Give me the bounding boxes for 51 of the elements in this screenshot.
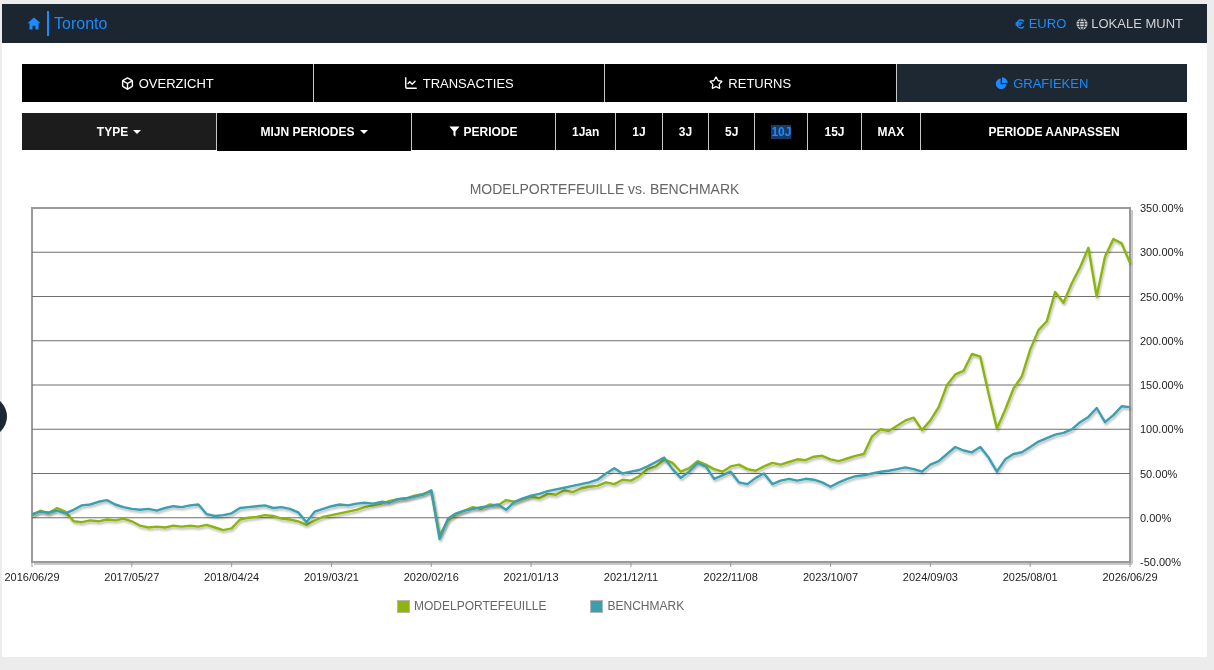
period-button[interactable]: 15J <box>808 113 861 150</box>
star-icon <box>709 76 724 90</box>
x-axis-label: 2019/03/21 <box>303 571 359 583</box>
x-axis-label: 2021/12/11 <box>603 571 659 583</box>
period-filter-label: PERIODE <box>412 113 555 150</box>
adjust-period-button[interactable]: PERIODE AANPASSEN <box>921 113 1187 150</box>
nav-tab[interactable]: RETURNS <box>605 64 896 102</box>
y-axis-label: 100.00% <box>1140 423 1184 436</box>
period-button[interactable]: MAX <box>861 113 921 150</box>
dropdown-button[interactable]: TYPE <box>22 113 216 150</box>
x-axis-label: 2021/01/13 <box>503 571 559 583</box>
y-axis-label: 0.00% <box>1140 511 1172 524</box>
caret-icon <box>133 129 142 134</box>
period-button[interactable]: 3J <box>662 113 709 150</box>
legend-label: MODELPORTEFEUILLE <box>414 599 547 613</box>
x-axis-label: 2023/10/07 <box>803 571 859 583</box>
y-axis-label: 50.00% <box>1140 467 1178 480</box>
period-button[interactable]: 5J <box>709 113 755 150</box>
y-axis-label: -50.00% <box>1140 556 1181 568</box>
line-chart-icon <box>403 76 418 90</box>
y-axis-label: 200.00% <box>1140 334 1184 347</box>
period-button[interactable]: 1J <box>616 113 662 150</box>
currency-link[interactable]: EURO <box>1013 16 1067 31</box>
cube-icon <box>120 76 134 90</box>
legend-label: BENCHMARK <box>607 599 685 613</box>
globe-icon <box>1076 17 1089 30</box>
funnel-icon <box>449 126 461 137</box>
x-axis-label: 2024/09/03 <box>902 571 958 583</box>
currency-link[interactable]: LOKALE MUNT <box>1076 16 1183 31</box>
dropdown-button[interactable]: MIJN PERIODES <box>217 113 411 151</box>
period-button[interactable]: 1Jan <box>556 113 616 150</box>
site-title-link[interactable]: Toronto <box>54 14 108 33</box>
x-axis-label: 2026/06/29 <box>1102 571 1158 583</box>
y-axis-label: 300.00% <box>1140 246 1184 259</box>
nav-tab[interactable]: TRANSACTIES <box>313 64 604 102</box>
x-axis-label: 2017/05/27 <box>104 571 160 583</box>
home-icon[interactable] <box>27 17 41 30</box>
y-axis-label: 350.00% <box>1140 202 1184 214</box>
caret-icon <box>359 130 368 134</box>
x-axis-label: 2018/04/24 <box>204 571 260 583</box>
x-axis-label: 2016/06/29 <box>4 571 60 583</box>
y-axis-label: 150.00% <box>1140 379 1184 391</box>
x-axis-label: 2025/08/01 <box>1002 571 1058 583</box>
chart-title: MODELPORTEFEUILLE vs. BENCHMARK <box>468 181 741 197</box>
x-axis-label: 2022/11/08 <box>703 571 758 583</box>
y-axis-label: 250.00% <box>1140 290 1184 303</box>
euro-icon <box>1013 17 1026 30</box>
nav-tab[interactable]: OVERZICHT <box>22 64 313 102</box>
pie-chart-icon <box>995 76 1009 90</box>
nav-tab[interactable]: GRAFIEKEN <box>896 64 1187 102</box>
x-axis-label: 2020/02/16 <box>403 571 459 583</box>
